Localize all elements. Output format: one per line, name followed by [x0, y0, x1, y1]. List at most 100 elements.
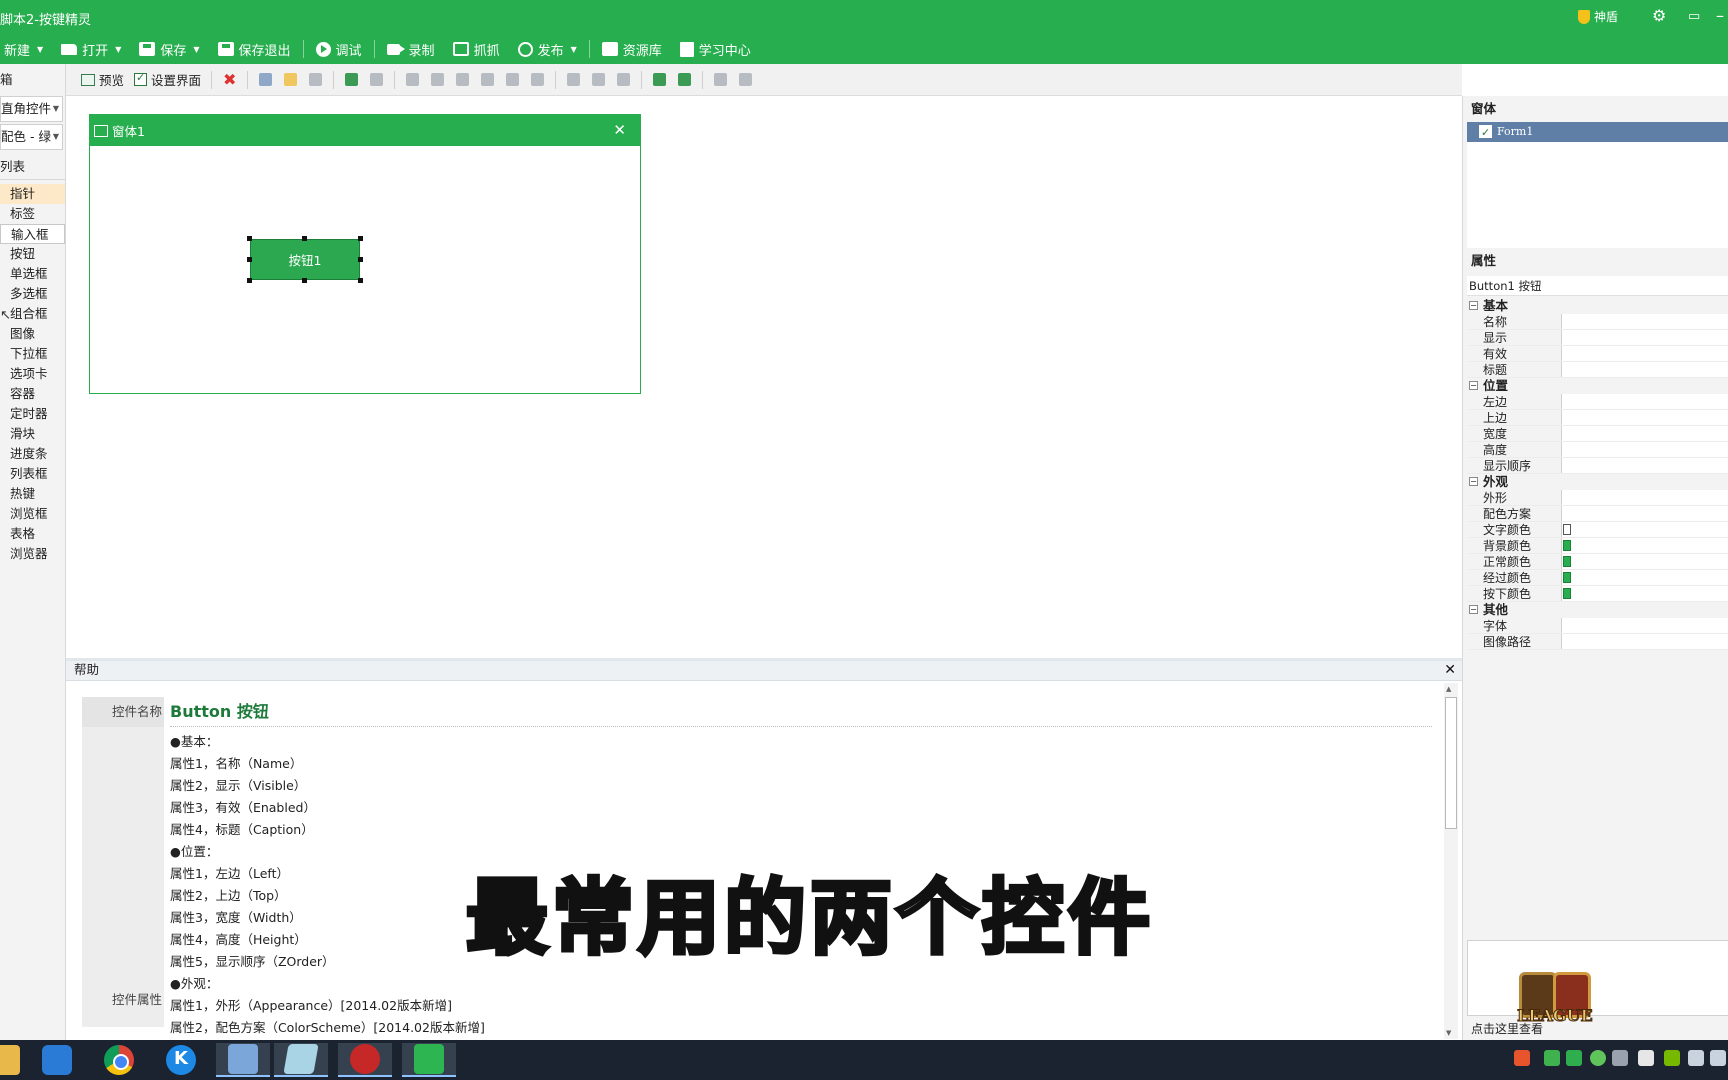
delete-icon[interactable]: ✖ — [223, 72, 236, 88]
space-horizontal-icon[interactable] — [714, 73, 728, 86]
property-row[interactable]: 经过颜色 — [1467, 570, 1728, 586]
property-row[interactable]: 有效 — [1467, 346, 1728, 362]
property-value[interactable] — [1561, 458, 1728, 473]
gear-icon[interactable]: ⚙ — [1652, 6, 1666, 25]
paste-icon[interactable] — [309, 73, 323, 86]
learning-center-button[interactable]: 学习中心 — [671, 36, 760, 62]
wechat-icon[interactable] — [1590, 1050, 1606, 1066]
property-value[interactable] — [1561, 362, 1728, 377]
center-horizontal-icon[interactable] — [653, 73, 667, 86]
taskbar-keyboard-sprite[interactable] — [402, 1043, 456, 1077]
property-value[interactable] — [1561, 394, 1728, 409]
property-value[interactable] — [1561, 586, 1728, 601]
taskbar-app[interactable] — [338, 1043, 392, 1077]
record-button[interactable]: 录制 — [378, 36, 444, 62]
property-row[interactable]: 高度 — [1467, 442, 1728, 458]
undo-icon[interactable] — [345, 73, 359, 86]
toolbox-item[interactable]: 多选框 — [0, 284, 65, 304]
taskbar-kugou[interactable] — [154, 1043, 208, 1077]
network-icon[interactable] — [1688, 1050, 1704, 1066]
resize-handle[interactable] — [302, 278, 307, 283]
toolbox-item[interactable]: 热键 — [0, 484, 65, 504]
form-list-item[interactable]: Form1 — [1467, 122, 1728, 143]
checkbox-icon[interactable] — [1479, 123, 1492, 143]
taskbar-chrome[interactable] — [92, 1043, 146, 1077]
redo-icon[interactable] — [370, 73, 384, 86]
toolbox-item[interactable]: 浏览器 — [0, 544, 65, 564]
property-value[interactable] — [1561, 410, 1728, 425]
tray-app-icon[interactable] — [1638, 1050, 1654, 1066]
property-value[interactable] — [1561, 554, 1728, 569]
property-row[interactable]: 图像路径 — [1467, 634, 1728, 650]
collapse-icon[interactable]: − — [1469, 477, 1478, 486]
form-window[interactable]: 窗体1 ✕ 按钮1 — [89, 114, 641, 394]
taskbar-notes[interactable] — [274, 1043, 328, 1077]
designer-button[interactable]: 按钮1 — [250, 239, 360, 280]
toolbox-item[interactable]: 按钮 — [0, 244, 65, 264]
open-button[interactable]: 打开 ▼ — [52, 36, 130, 62]
property-row[interactable]: 标题 — [1467, 362, 1728, 378]
property-value[interactable] — [1561, 570, 1728, 585]
toolbox-item[interactable]: 图像 — [0, 324, 65, 344]
toolbox-item[interactable]: 浏览框 — [0, 504, 65, 524]
scrollbar-thumb[interactable] — [1445, 697, 1457, 829]
property-value[interactable] — [1561, 618, 1728, 633]
align-right-icon[interactable] — [456, 73, 470, 86]
resize-handle[interactable] — [358, 236, 363, 241]
collapse-icon[interactable]: − — [1469, 301, 1478, 310]
input-method-icon[interactable] — [1514, 1050, 1530, 1066]
property-value[interactable] — [1561, 522, 1728, 537]
property-row[interactable]: 显示顺序 — [1467, 458, 1728, 474]
align-center-icon[interactable] — [431, 73, 445, 86]
align-left-icon[interactable] — [406, 73, 420, 86]
property-row[interactable]: 配色方案 — [1467, 506, 1728, 522]
restore-icon[interactable]: ▭ — [1688, 9, 1700, 24]
copy-icon[interactable] — [284, 73, 298, 86]
property-value[interactable] — [1561, 538, 1728, 553]
resize-handle[interactable] — [358, 278, 363, 283]
property-value[interactable] — [1561, 634, 1728, 649]
preview-button[interactable]: 预览 — [76, 70, 129, 89]
cut-icon[interactable] — [259, 73, 273, 86]
save-button[interactable]: 保存 ▼ — [130, 36, 208, 62]
space-vertical-icon[interactable] — [739, 73, 753, 86]
capture-button[interactable]: 抓抓 — [444, 36, 509, 62]
chevron-down-icon[interactable]: ▼ — [1446, 1029, 1451, 1037]
tray-app-icon[interactable] — [1612, 1050, 1628, 1066]
volume-icon[interactable] — [1710, 1050, 1726, 1066]
publish-button[interactable]: 发布 ▼ — [509, 36, 586, 62]
property-value[interactable] — [1561, 346, 1728, 361]
tray-app-icon[interactable] — [1544, 1050, 1560, 1066]
property-row[interactable]: 外形 — [1467, 490, 1728, 506]
chevron-up-icon[interactable]: ▲ — [1446, 685, 1451, 693]
resize-handle[interactable] — [247, 236, 252, 241]
toolbox-item[interactable]: 列表框 — [0, 464, 65, 484]
same-height-icon[interactable] — [592, 73, 606, 86]
property-row[interactable]: 名称 — [1467, 314, 1728, 330]
property-value[interactable] — [1561, 490, 1728, 505]
same-width-icon[interactable] — [567, 73, 581, 86]
resize-handle[interactable] — [358, 257, 363, 262]
settings-ui-button[interactable]: 设置界面 — [129, 70, 206, 89]
property-row[interactable]: 背景颜色 — [1467, 538, 1728, 554]
property-row[interactable]: 文字颜色 — [1467, 522, 1728, 538]
property-row[interactable]: 按下颜色 — [1467, 586, 1728, 602]
property-row[interactable]: 宽度 — [1467, 426, 1728, 442]
toolbox-item[interactable]: 输入框 — [0, 224, 65, 244]
toolbox-item[interactable]: 定时器 — [0, 404, 65, 424]
property-value[interactable] — [1561, 314, 1728, 329]
center-vertical-icon[interactable] — [678, 73, 692, 86]
taskbar-explorer[interactable] — [0, 1043, 32, 1077]
toolbox-item[interactable]: 表格 — [0, 524, 65, 544]
align-bottom-icon[interactable] — [531, 73, 545, 86]
property-value[interactable] — [1561, 426, 1728, 441]
color-select[interactable]: 配色 - 绿 ▼ — [0, 124, 63, 150]
debug-button[interactable]: 调试 — [307, 36, 371, 62]
nvidia-icon[interactable] — [1664, 1050, 1680, 1066]
shield-button[interactable]: 神盾 — [1578, 8, 1618, 25]
toolbox-item[interactable]: 下拉框 — [0, 344, 65, 364]
close-icon[interactable]: ✕ — [1444, 661, 1456, 679]
resize-handle[interactable] — [302, 236, 307, 241]
toolbox-item[interactable]: 单选框 — [0, 264, 65, 284]
taskbar-remote[interactable] — [216, 1043, 270, 1077]
